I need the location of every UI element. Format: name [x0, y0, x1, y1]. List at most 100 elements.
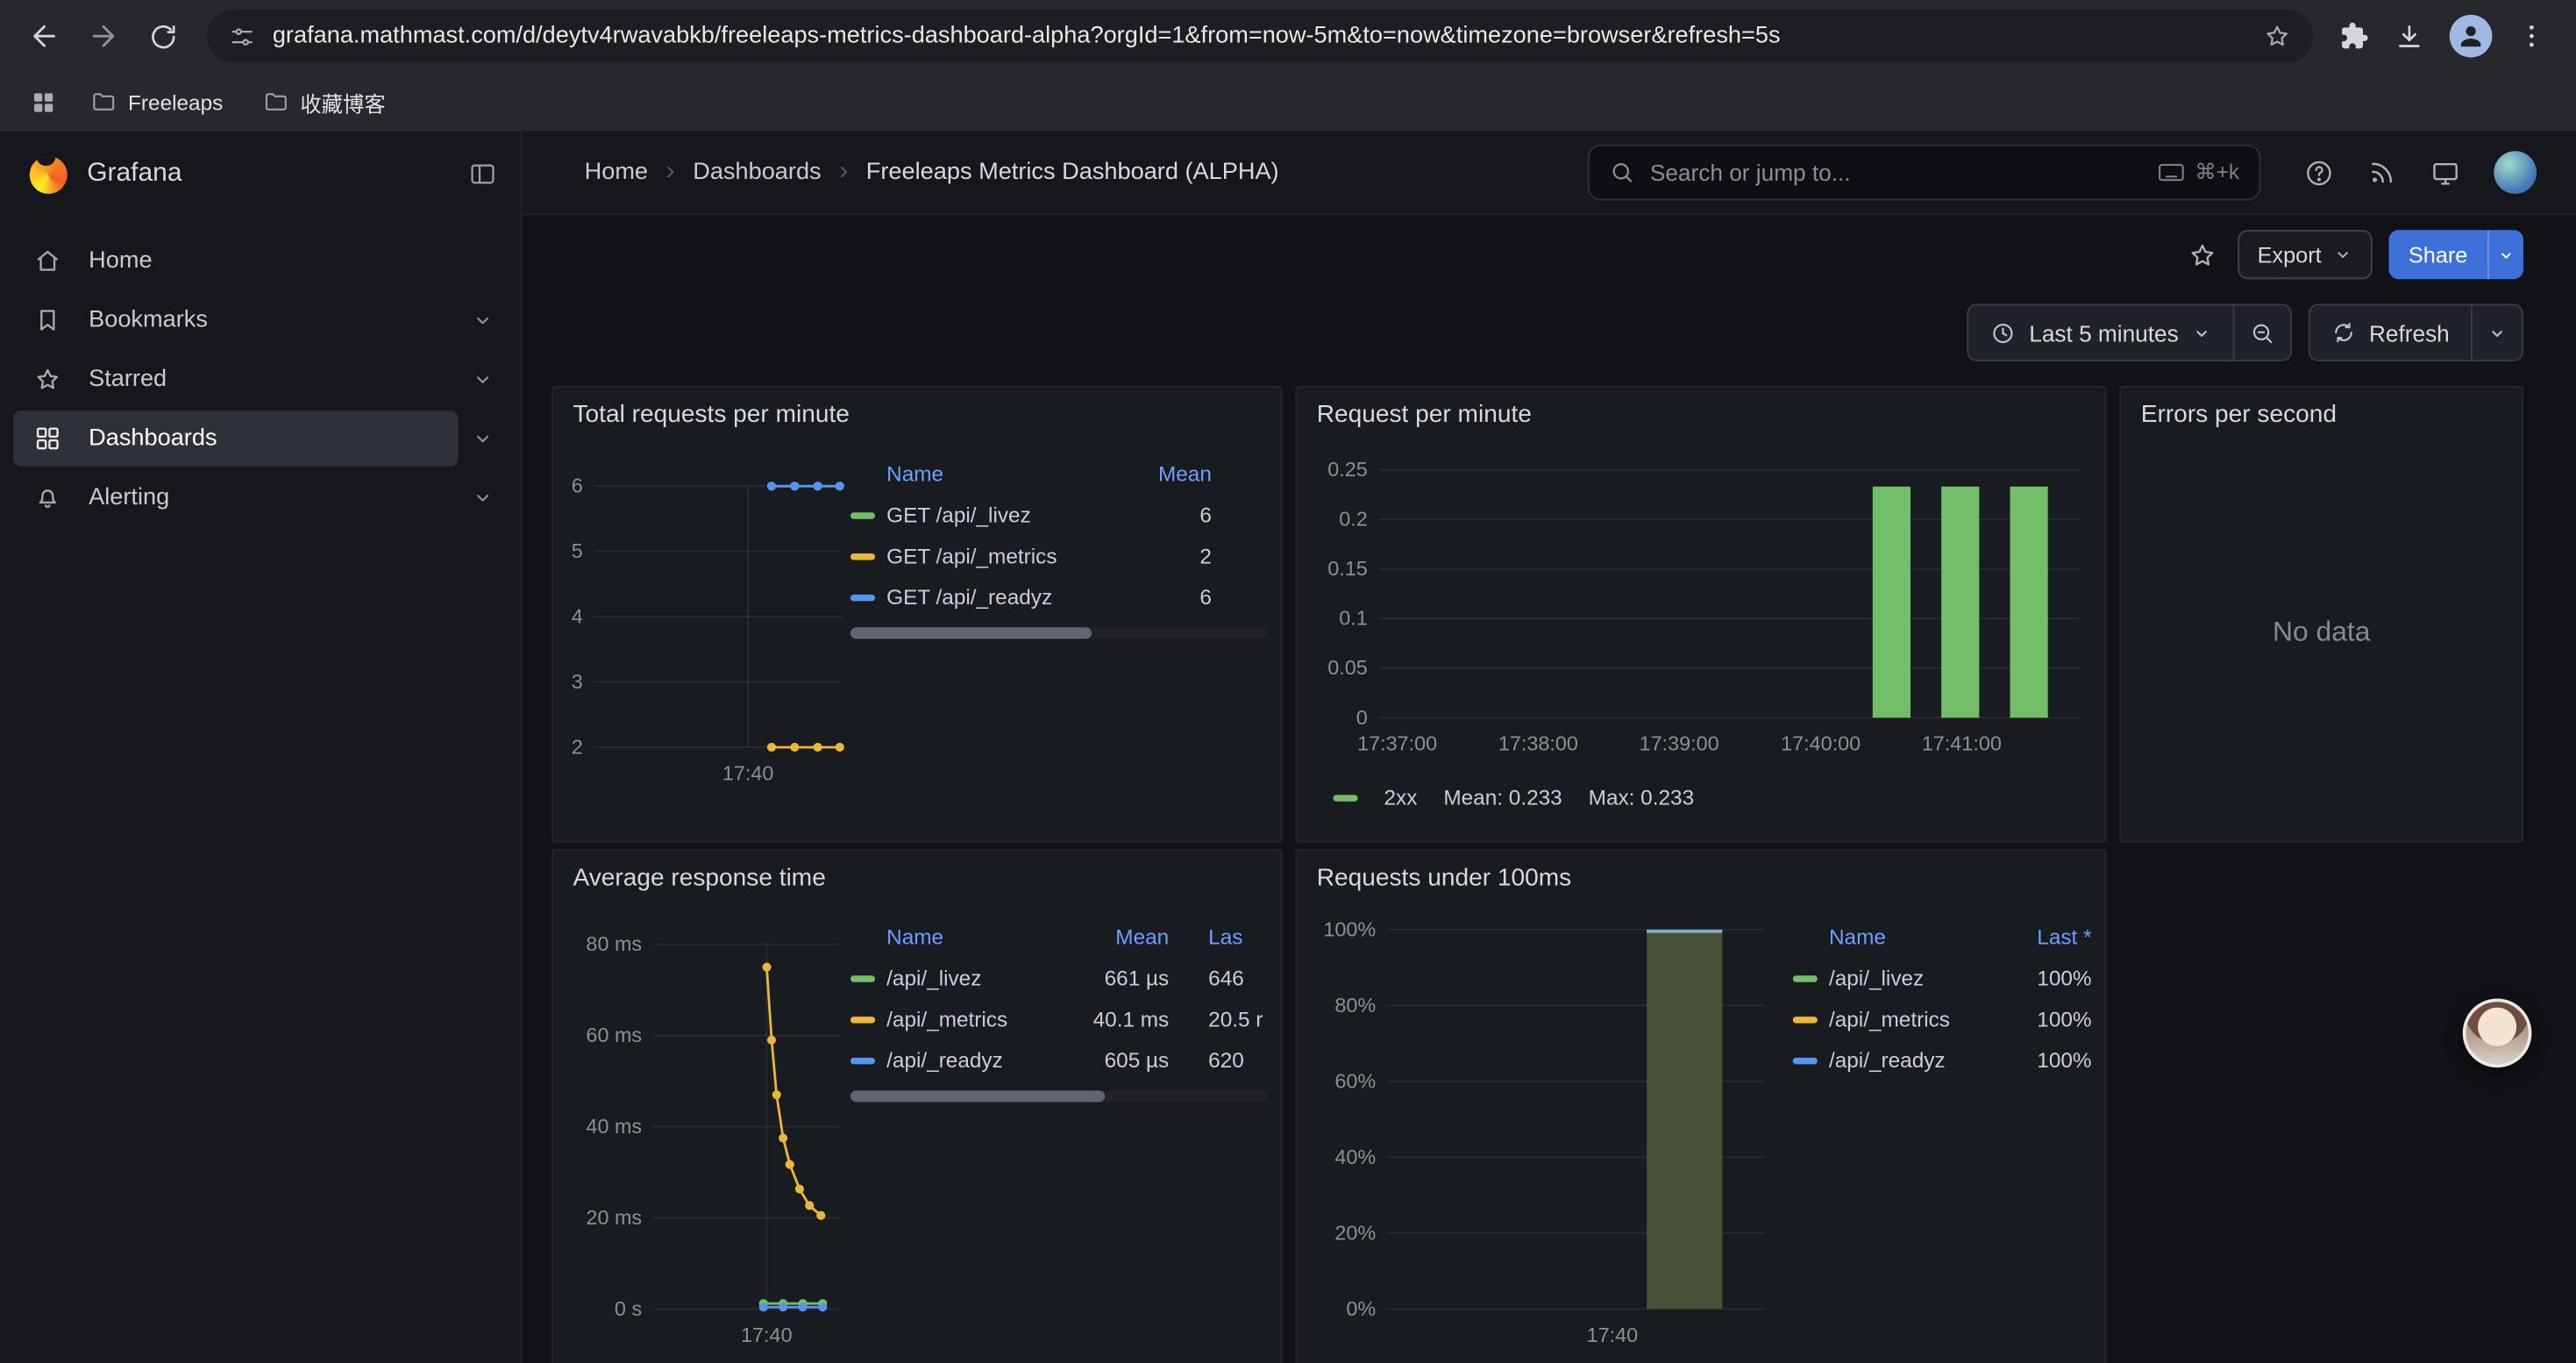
chevron-down-icon[interactable]	[458, 292, 507, 348]
chevron-down-icon[interactable]	[458, 470, 507, 526]
series-label[interactable]: 2xx	[1384, 785, 1418, 810]
bookmark-star-icon[interactable]	[2262, 21, 2292, 51]
total-requests-chart[interactable]: 6543217:40	[566, 435, 850, 817]
panel-errors-per-second: Errors per second No data	[2119, 386, 2523, 843]
browser-toolbar: grafana.mathmast.com/d/deytv4rwavabkb/fr…	[0, 0, 2576, 72]
zoom-out-button[interactable]	[2233, 303, 2292, 361]
sidebar-item-alerting[interactable]: Alerting	[13, 470, 458, 526]
legend-scrollbar[interactable]	[850, 627, 1268, 639]
refresh-button[interactable]: Refresh	[2309, 303, 2473, 361]
home-icon	[32, 246, 65, 276]
extensions-icon[interactable]	[2339, 21, 2369, 51]
panel-average-response-time: Average response time 80 ms60 ms40 ms20 …	[551, 849, 1282, 1363]
scrollbar-thumb[interactable]	[850, 1090, 1105, 1102]
legend-header: Name Last *	[1793, 915, 2092, 958]
monitor-icon[interactable]	[2430, 157, 2461, 189]
rss-icon[interactable]	[2367, 158, 2397, 188]
breadcrumb-dashboards[interactable]: Dashboards	[693, 160, 821, 186]
svg-text:17:40: 17:40	[741, 1324, 793, 1346]
share-menu-caret[interactable]	[2487, 230, 2523, 279]
panel-title[interactable]: Errors per second	[2141, 401, 2508, 429]
apps-grid-icon[interactable]	[19, 88, 67, 116]
reload-button[interactable]	[135, 8, 191, 64]
chevron-down-icon	[2333, 245, 2352, 264]
breadcrumb: Home › Dashboards › Freeleaps Metrics Da…	[585, 158, 1545, 188]
legend: 2xx Mean: 0.233 Max: 0.233	[1333, 785, 2091, 810]
legend-row[interactable]: /api/_metrics 40.1 ms 20.5 r	[850, 998, 1268, 1039]
legend-row[interactable]: /api/_metrics 100%	[1793, 998, 2092, 1039]
site-info-icon[interactable]	[228, 22, 256, 50]
request-per-minute-chart[interactable]: 0.250.20.150.10.05017:37:0017:38:0017:39…	[1310, 435, 2091, 775]
breadcrumb-separator: ›	[839, 158, 848, 188]
legend-col-name[interactable]: Name	[886, 924, 1073, 948]
clock-icon	[1989, 319, 2016, 346]
export-button[interactable]: Export	[2238, 230, 2373, 279]
series-color-dash	[1793, 1016, 1829, 1022]
time-range-picker[interactable]: Last 5 minutes	[1967, 303, 2234, 361]
dashboard-grid: Total requests per minute 6543217:40 Nam…	[551, 386, 2576, 1363]
user-avatar[interactable]	[2494, 151, 2537, 194]
sidebar-item-starred[interactable]: Starred	[13, 352, 458, 408]
zoom-out-icon	[2249, 319, 2275, 346]
chevron-down-icon	[2192, 323, 2211, 342]
person-icon	[2456, 21, 2486, 51]
series-color-dash	[850, 1057, 886, 1063]
panel-total-requests: Total requests per minute 6543217:40 Nam…	[551, 386, 1282, 843]
url-bar[interactable]: grafana.mathmast.com/d/deytv4rwavabkb/fr…	[207, 10, 2313, 62]
average-response-time-chart[interactable]: 80 ms60 ms40 ms20 ms0 s17:40	[566, 898, 850, 1346]
legend-row[interactable]: /api/_livez 100%	[1793, 958, 2092, 999]
legend-max: Max: 0.233	[1589, 785, 1694, 810]
legend-row[interactable]: GET /api/_livez 6	[850, 495, 1268, 536]
breadcrumb-home[interactable]: Home	[585, 160, 648, 186]
grafana-logo[interactable]	[30, 155, 68, 193]
share-button[interactable]: Share	[2388, 230, 2487, 279]
legend-row[interactable]: /api/_readyz 605 µs 620	[850, 1039, 1268, 1081]
bookmark-freeleaps[interactable]: Freeleaps	[74, 82, 239, 122]
bookmark-blog-folder[interactable]: 收藏博客	[246, 80, 402, 125]
sidebar-item-dashboards[interactable]: Dashboards	[13, 410, 458, 467]
svg-text:0.25: 0.25	[1327, 458, 1368, 481]
chevron-down-icon[interactable]	[458, 410, 507, 467]
panel-title[interactable]: Total requests per minute	[573, 401, 1268, 429]
legend-col-last[interactable]: Las	[1208, 924, 1267, 948]
svg-text:80%: 80%	[1334, 994, 1376, 1017]
svg-text:17:40:00: 17:40:00	[1781, 732, 1861, 755]
panel-title[interactable]: Average response time	[573, 864, 1268, 892]
sidebar-nav: Home Bookmarks Starred	[0, 217, 521, 542]
legend-row[interactable]: GET /api/_readyz 6	[850, 576, 1268, 617]
assistant-avatar[interactable]	[2463, 998, 2532, 1067]
downloads-icon[interactable]	[2394, 20, 2425, 52]
sidebar-collapse-icon[interactable]	[468, 160, 498, 189]
legend-col-mean[interactable]: Mean	[1074, 924, 1170, 948]
refresh-interval-caret[interactable]	[2471, 303, 2523, 361]
chevron-down-icon[interactable]	[458, 352, 507, 408]
legend-scrollbar[interactable]	[850, 1090, 1268, 1102]
sidebar-item-home[interactable]: Home	[13, 233, 458, 289]
legend-row[interactable]: GET /api/_metrics 2	[850, 535, 1268, 576]
help-icon[interactable]	[2303, 157, 2335, 189]
favorite-star-icon[interactable]	[2183, 236, 2221, 274]
search-shortcut: ⌘+k	[2157, 160, 2239, 186]
back-button[interactable]	[17, 8, 73, 64]
legend-col-name[interactable]: Name	[1829, 924, 1996, 948]
browser-profile-avatar[interactable]	[2450, 15, 2493, 58]
keyboard-icon	[2157, 161, 2185, 184]
legend-col-name[interactable]: Name	[886, 460, 1116, 485]
search-input[interactable]: Search or jump to... ⌘+k	[1588, 145, 2261, 201]
requests-under-100ms-chart[interactable]: 100%80%60%40%20%0%17:40	[1310, 898, 1793, 1346]
forward-button[interactable]	[75, 8, 132, 64]
share-split-button: Share	[2388, 230, 2523, 279]
legend-row[interactable]: /api/_livez 661 µs 646	[850, 958, 1268, 999]
svg-text:0: 0	[1356, 706, 1368, 729]
panel-title[interactable]: Requests under 100ms	[1317, 864, 2092, 892]
breadcrumb-current: Freeleaps Metrics Dashboard (ALPHA)	[866, 160, 1279, 186]
sidebar-item-bookmarks[interactable]: Bookmarks	[13, 292, 458, 348]
folder-icon	[90, 89, 117, 115]
scrollbar-thumb[interactable]	[850, 627, 1092, 639]
browser-menu-icon[interactable]	[2517, 21, 2547, 51]
legend-col-mean[interactable]: Mean	[1116, 460, 1212, 485]
legend-row[interactable]: /api/_readyz 100%	[1793, 1039, 2092, 1081]
panel-title[interactable]: Request per minute	[1317, 401, 2092, 429]
legend-col-last[interactable]: Last *	[1996, 924, 2092, 948]
series-color-dash	[850, 974, 886, 981]
